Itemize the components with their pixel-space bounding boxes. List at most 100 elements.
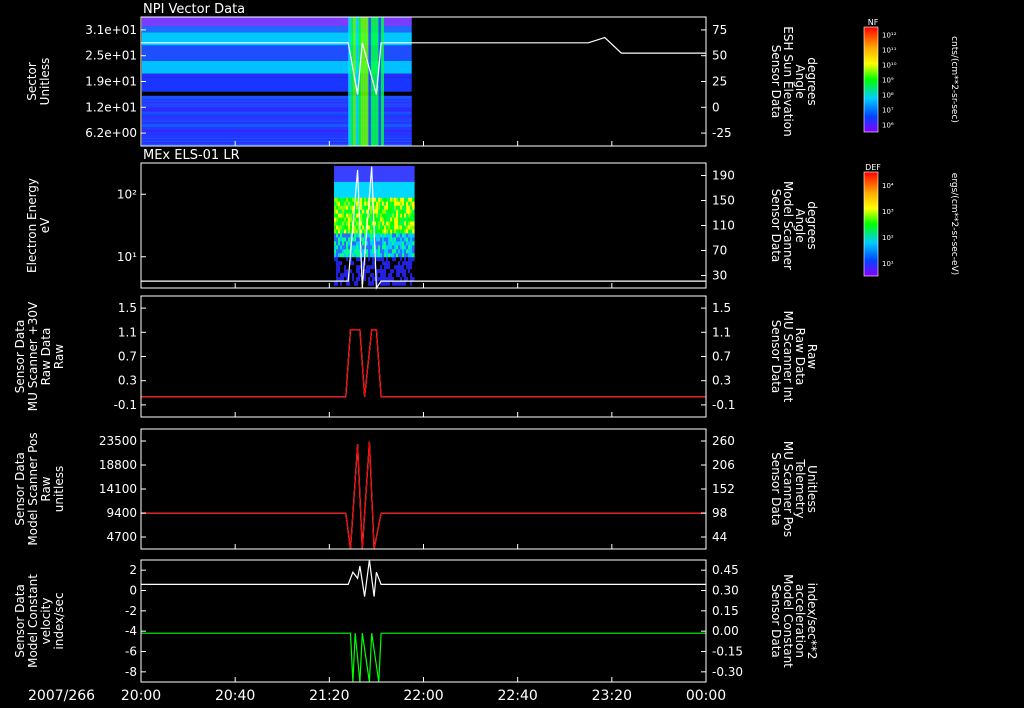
right-axis-label: Sensor Data bbox=[769, 320, 783, 394]
right-tick-label: -0.1 bbox=[712, 398, 735, 412]
right-tick-label: -0.15 bbox=[712, 645, 743, 659]
series-line-white bbox=[141, 329, 706, 398]
left-tick-label: 18800 bbox=[99, 458, 137, 472]
panel-frame-5 bbox=[140, 559, 707, 683]
right-tick-label: 25 bbox=[712, 75, 727, 89]
left-tick-label: 1.2e+01 bbox=[85, 100, 137, 114]
left-axis-label: Raw bbox=[39, 476, 53, 501]
left-axis-label: Electron Energy bbox=[25, 178, 39, 273]
left-tick-label: 10¹ bbox=[117, 250, 137, 264]
right-axis-label: MU Scanner Int bbox=[781, 311, 795, 403]
right-axis-label: Model Constant bbox=[781, 574, 795, 668]
spectrogram-burst bbox=[380, 17, 384, 146]
panel-frame-3 bbox=[140, 295, 707, 418]
left-tick-label: 1.9e+01 bbox=[85, 75, 137, 89]
left-axis-label: index/sec bbox=[52, 592, 66, 649]
colorbar-label: DEF bbox=[865, 163, 881, 172]
right-axis-label: ESH Sun Elevation bbox=[781, 26, 795, 136]
right-axis-label: degrees bbox=[805, 201, 819, 249]
colorbar-tick-label: 10¹⁰ bbox=[882, 62, 897, 70]
time-tick-label: 20:40 bbox=[215, 688, 255, 704]
left-axis-label: eV bbox=[38, 217, 52, 233]
right-axis-label: degrees bbox=[805, 57, 819, 105]
colorbar-label: NF bbox=[868, 18, 879, 27]
scanner-angle-line bbox=[141, 166, 706, 290]
right-tick-label: 110 bbox=[712, 219, 735, 233]
series-line-white bbox=[141, 559, 706, 597]
time-tick-label: 22:00 bbox=[403, 688, 443, 704]
right-tick-label: 0 bbox=[712, 100, 720, 114]
colorbar-tick-label: 10¹¹ bbox=[882, 47, 897, 55]
left-tick-label: 9400 bbox=[106, 506, 137, 520]
colorbar-tick-label: 10² bbox=[882, 234, 894, 242]
panel-title: NPI Vector Data bbox=[143, 2, 245, 17]
right-axis-label: Raw Data bbox=[793, 328, 807, 386]
right-axis-label: Raw bbox=[805, 344, 819, 369]
right-tick-label: 190 bbox=[712, 169, 735, 183]
date-label: 2007/266 bbox=[28, 688, 95, 704]
spectrogram-cell bbox=[412, 281, 415, 286]
spectrogram-cell bbox=[412, 273, 415, 278]
left-tick-label: -8 bbox=[125, 665, 137, 679]
right-tick-label: 260 bbox=[712, 434, 735, 448]
left-tick-label: 0.3 bbox=[118, 374, 137, 388]
right-tick-label: -0.30 bbox=[712, 665, 743, 679]
left-axis-label: velocity bbox=[39, 598, 53, 645]
right-tick-label: 0.30 bbox=[712, 584, 739, 598]
spectrogram-cell bbox=[412, 265, 415, 270]
time-tick-label: 00:00 bbox=[686, 688, 726, 704]
right-tick-label: 70 bbox=[712, 244, 727, 258]
colorbar-tick-label: 10⁷ bbox=[882, 107, 894, 115]
right-tick-label: 0.3 bbox=[712, 374, 731, 388]
series-line-white bbox=[141, 441, 706, 550]
time-tick-label: 21:20 bbox=[309, 688, 349, 704]
time-tick-label: 23:20 bbox=[592, 688, 632, 704]
left-tick-label: 1.5 bbox=[118, 301, 137, 315]
colorbar-2 bbox=[863, 171, 879, 277]
colorbar-units: ergs/(cm**2-sr-sec-eV) bbox=[949, 173, 959, 275]
left-axis-label: Model Scanner Pos bbox=[26, 432, 40, 545]
right-tick-label: 75 bbox=[712, 23, 727, 37]
right-tick-label: -25 bbox=[712, 126, 732, 140]
left-axis-label: Unitless bbox=[38, 58, 52, 106]
right-axis-label: Sensor Data bbox=[769, 584, 783, 658]
right-tick-label: 150 bbox=[712, 194, 735, 208]
spectrogram-cell bbox=[412, 269, 415, 274]
left-axis-label: Sector bbox=[25, 62, 39, 101]
right-axis-label: Sensor Data bbox=[769, 452, 783, 526]
right-tick-label: 1.5 bbox=[712, 301, 731, 315]
left-tick-label: 23500 bbox=[99, 434, 137, 448]
right-axis-label: index/sec**2 bbox=[805, 583, 819, 660]
colorbar-tick-label: 10⁹ bbox=[882, 77, 894, 85]
colorbar-units: cnts/(cm**2-sr-sec) bbox=[949, 36, 959, 123]
left-tick-label: -0.1 bbox=[114, 398, 137, 412]
spectrogram-cell bbox=[412, 257, 415, 262]
right-tick-label: 0.15 bbox=[712, 604, 739, 618]
right-tick-label: 0.45 bbox=[712, 563, 739, 577]
colorbar-1 bbox=[863, 26, 879, 133]
series-line-red bbox=[141, 441, 706, 550]
left-tick-label: 0.7 bbox=[118, 350, 137, 364]
colorbar-tick-label: 10⁶ bbox=[882, 122, 894, 130]
colorbar-tick-label: 10¹ bbox=[882, 260, 894, 268]
right-axis-label: Model Scanner bbox=[781, 181, 795, 270]
left-tick-label: 6.2e+00 bbox=[85, 126, 137, 140]
left-tick-label: 4700 bbox=[106, 530, 137, 544]
time-tick-label: 22:40 bbox=[497, 688, 537, 704]
left-tick-label: 2.5e+01 bbox=[85, 49, 137, 63]
left-axis-label: Sensor Data bbox=[13, 452, 27, 526]
left-axis-label: Raw bbox=[52, 344, 66, 369]
left-tick-label: 1.1 bbox=[118, 325, 137, 339]
colorbar-tick-label: 10³ bbox=[882, 208, 894, 216]
left-axis-label: Sensor Data bbox=[13, 584, 27, 658]
left-tick-label: 0 bbox=[129, 584, 137, 598]
colorbar-tick-label: 10¹² bbox=[882, 32, 897, 40]
colorbar-tick-label: 10⁸ bbox=[882, 92, 894, 100]
right-tick-label: 44 bbox=[712, 530, 727, 544]
panel-frame-4 bbox=[140, 428, 707, 550]
chart-figure: 3.1e+01 2.5e+01 1.9e+01 1.2e+01 6.2e+00 75 50 2… bbox=[13, 2, 959, 704]
right-tick-label: 98 bbox=[712, 506, 727, 520]
left-axis-label: Raw Data bbox=[39, 328, 53, 386]
left-tick-label: 2 bbox=[129, 563, 137, 577]
series-line-red bbox=[141, 329, 706, 398]
